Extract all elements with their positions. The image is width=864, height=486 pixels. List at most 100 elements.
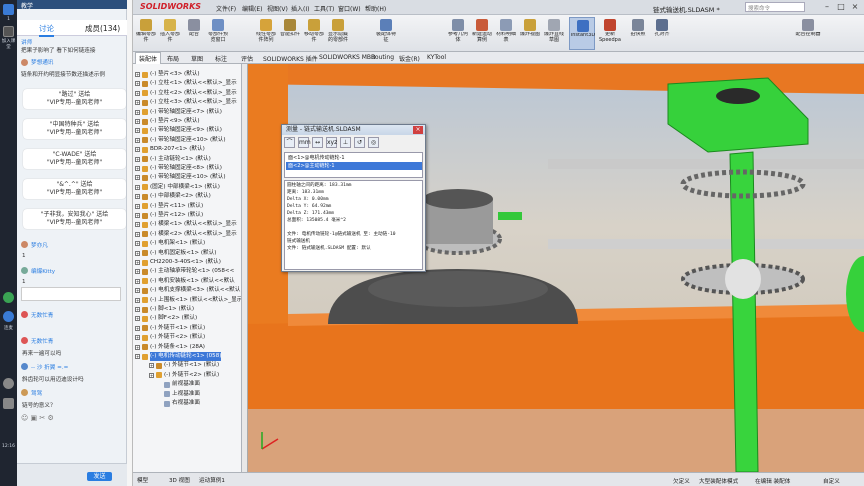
menu-window[interactable]: 窗口(W) [338, 4, 361, 13]
tab-kytool[interactable]: KYTool [427, 54, 446, 61]
tab-assembly[interactable]: 装配体 [135, 52, 162, 64]
tree-item[interactable]: + (-) 电机支撑横梁<3> (默认<<默认 [133, 286, 240, 295]
chat-input-area[interactable]: 发送 [17, 463, 127, 486]
expand-toggle-icon[interactable]: + [135, 269, 140, 275]
snapshot-button[interactable]: 拍快照 [627, 17, 649, 50]
expand-toggle-icon[interactable]: + [135, 128, 140, 134]
show-hidden-button[interactable]: 显示隐藏的零部件 [327, 17, 349, 50]
menu-tools[interactable]: 工具(T) [314, 4, 334, 13]
menu-edit[interactable]: 编辑(E) [242, 4, 262, 13]
expand-toggle-icon[interactable]: + [135, 137, 140, 143]
expand-toggle-icon[interactable]: + [135, 90, 140, 96]
menu-file[interactable]: 文件(F) [216, 4, 236, 13]
tree-item[interactable]: + (-) 主动链轮<1> (默认) [133, 155, 237, 164]
tree-item[interactable]: + (-) 电机传动链轮<1> (058) [133, 352, 237, 361]
arc-option-icon[interactable]: ⌒ [284, 137, 295, 148]
tree-item[interactable]: + (-) 垫片<9> (默认) [133, 117, 237, 126]
scissors-icon[interactable]: ✂ [39, 414, 45, 422]
minimize-icon[interactable]: – [821, 2, 833, 12]
menu-help[interactable]: 帮助(H) [365, 4, 386, 13]
tree-item[interactable]: + (-) 外链条<1> (28A) [133, 343, 237, 352]
expand-toggle-icon[interactable]: + [135, 156, 140, 162]
measure-title[interactable]: 测量 - 链式输送机.SLDASM [282, 125, 425, 135]
settings-icon[interactable]: ⚙ [48, 414, 54, 422]
selection-list[interactable]: 面<1>@电机传动链轮-1 面<2>@主动链轮-1 [284, 152, 423, 178]
tree-item[interactable]: + (-) 带轮轴固定座<10> (默认) [133, 136, 237, 145]
image-icon[interactable]: ▣ [31, 414, 38, 422]
expand-toggle-icon[interactable]: + [149, 372, 154, 378]
tab-members[interactable]: 成员(134) [85, 23, 120, 34]
tab-sheetmetal[interactable]: 钣金(R) [399, 54, 420, 63]
tab-layout[interactable]: 布局 [167, 54, 179, 63]
linear-pattern-button[interactable]: 线性零部件阵列 [255, 17, 277, 50]
tree-item[interactable]: + (-) 外链节<1> (默认) [133, 361, 237, 370]
expand-toggle-icon[interactable]: + [135, 194, 140, 200]
expand-toggle-icon[interactable]: + [135, 316, 140, 322]
tab-routing[interactable]: Routing [371, 54, 394, 61]
close-icon[interactable]: × [413, 126, 423, 134]
expand-toggle-icon[interactable]: + [135, 241, 140, 247]
tree-item[interactable]: + (固定) 中部横梁<1> (默认) [133, 183, 237, 192]
tree-item[interactable]: + (-) 立柱<2> (默认<<默认>_显示 [133, 89, 237, 98]
status-custom[interactable]: 自定义 [823, 477, 840, 485]
expand-toggle-icon[interactable]: + [135, 81, 140, 87]
expand-toggle-icon[interactable]: + [135, 166, 140, 171]
mate-controller-button[interactable]: 配合控制器 [795, 17, 821, 50]
expand-toggle-icon[interactable]: + [135, 100, 140, 106]
tree-item[interactable]: + (-) 脚F<2> (默认) [133, 314, 237, 323]
reference-geometry-button[interactable]: 参考几何体 [447, 17, 469, 50]
tree-item[interactable]: + (-) 立柱<1> (默认<<默认>_显示 [133, 79, 237, 88]
tree-item[interactable]: + (-) 横梁<2> (默认<<默认>_显示 [133, 230, 237, 239]
expand-toggle-icon[interactable]: + [135, 109, 140, 115]
expand-toggle-icon[interactable]: + [135, 213, 140, 218]
tree-item[interactable]: + (-) 带轮轴固定座<10> (默认) [133, 173, 237, 182]
xyz-icon[interactable]: xyz [326, 137, 337, 148]
insert-component-button[interactable]: 插入零部件 [159, 17, 181, 50]
tab-model[interactable]: 模型 [137, 476, 148, 484]
explode-view-button[interactable]: 爆炸视图 [519, 17, 541, 50]
expand-toggle-icon[interactable]: + [135, 184, 140, 190]
point-to-point-icon[interactable]: ↔ [312, 137, 323, 148]
measure-dialog[interactable]: 测量 - 链式输送机.SLDASM × ⌒ mm ↔ xyz ⊥ ↺ ◎ 面<1… [281, 124, 426, 272]
tab-motion-study[interactable]: 运动算例1 [199, 476, 225, 484]
tree-item[interactable]: + BDR-207<1> (默认) [133, 145, 237, 154]
tree-item[interactable]: + (-) 垫片<12> (默认) [133, 211, 237, 220]
expand-toggle-icon[interactable]: + [135, 344, 140, 350]
expand-toggle-icon[interactable]: + [135, 72, 140, 77]
user-icon[interactable] [3, 378, 14, 389]
tree-item[interactable]: 上视基准面 [133, 390, 237, 399]
projection-icon[interactable]: ⊥ [340, 137, 351, 148]
tree-item[interactable]: + (-) 电机架<1> (默认) [133, 239, 237, 248]
tab-addins[interactable]: SOLIDWORKS 插件 [263, 54, 318, 63]
share-icon[interactable] [3, 398, 14, 409]
tree-item[interactable]: + (-) 垫片<3> (默认) [133, 70, 237, 79]
app-icon[interactable] [3, 4, 14, 15]
tree-item[interactable]: + (-) 主动轴承带轮轮<1> (058<< [133, 267, 237, 276]
expand-toggle-icon[interactable]: + [135, 222, 140, 228]
instant3d-button[interactable]: Instant3D [569, 17, 595, 50]
expand-toggle-icon[interactable]: + [149, 363, 154, 369]
menu-view[interactable]: 视图(V) [267, 4, 288, 13]
component-preview-button[interactable]: 零部件预览窗口 [207, 17, 229, 50]
tree-item[interactable]: + (-) 立柱<3> (默认<<默认>_显示 [133, 98, 237, 107]
emoji-icon[interactable]: ☺ [21, 414, 28, 422]
expand-toggle-icon[interactable]: + [135, 119, 140, 124]
tab-evaluate[interactable]: 评估 [241, 54, 253, 63]
new-motion-study-button[interactable]: 新建运动算例 [471, 17, 493, 50]
bom-button[interactable]: 材料明细表 [495, 17, 517, 50]
tab-3d-views[interactable]: 3D 视图 [169, 476, 190, 484]
list-item[interactable]: 面<2>@主动链轮-1 [286, 162, 422, 170]
tree-item[interactable]: + (-) 带轮轴固定座<9> (默认) [133, 126, 237, 135]
tree-item[interactable]: + CH2200-3-40S<1> (默认) [133, 258, 237, 267]
tree-item[interactable]: + (-) 外链节<2> (默认) [133, 371, 237, 380]
camera-icon[interactable] [3, 311, 14, 322]
expand-toggle-icon[interactable]: + [135, 354, 140, 359]
tree-item[interactable]: + (-) 横梁<1> (默认<<默认>_显示 [133, 220, 237, 229]
maximize-icon[interactable]: □ [835, 2, 847, 12]
expand-toggle-icon[interactable]: + [135, 278, 140, 284]
tree-item[interactable]: + (-) 脚<1> (默认) [133, 305, 237, 314]
speedpak-button[interactable]: 更新Speedpak [599, 17, 621, 50]
units-icon[interactable]: mm [298, 137, 311, 148]
search-input[interactable]: 搜索命令 [745, 2, 805, 12]
expand-toggle-icon[interactable]: + [135, 231, 140, 237]
